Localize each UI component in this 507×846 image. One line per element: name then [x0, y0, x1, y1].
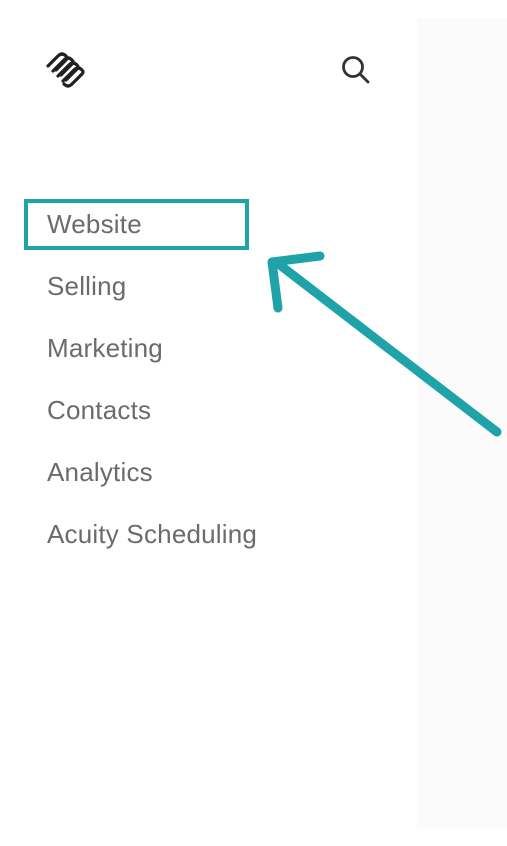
sidebar-item-acuity-scheduling[interactable]: Acuity Scheduling	[47, 513, 257, 575]
sidebar-item-label: Selling	[47, 271, 127, 301]
sidebar-item-analytics[interactable]: Analytics	[47, 451, 257, 513]
search-button[interactable]	[336, 50, 376, 90]
sidebar-item-label: Contacts	[47, 395, 152, 425]
sidebar-item-label: Acuity Scheduling	[47, 519, 258, 549]
squarespace-logo-icon[interactable]	[44, 50, 88, 88]
sidebar-item-website[interactable]: Website	[47, 203, 257, 265]
sidebar-item-contacts[interactable]: Contacts	[47, 389, 257, 451]
sidebar-item-label: Website	[47, 209, 142, 239]
sidebar-item-label: Analytics	[47, 457, 153, 487]
main-nav: Website Selling Marketing Contacts Analy…	[47, 203, 257, 575]
sidebar-item-marketing[interactable]: Marketing	[47, 327, 257, 389]
sidebar-item-selling[interactable]: Selling	[47, 265, 257, 327]
sidebar: Website Selling Marketing Contacts Analy…	[0, 0, 417, 846]
app-frame: Website Selling Marketing Contacts Analy…	[0, 0, 507, 846]
content-pane	[417, 18, 507, 828]
sidebar-item-label: Marketing	[47, 333, 163, 363]
search-icon	[342, 56, 370, 84]
